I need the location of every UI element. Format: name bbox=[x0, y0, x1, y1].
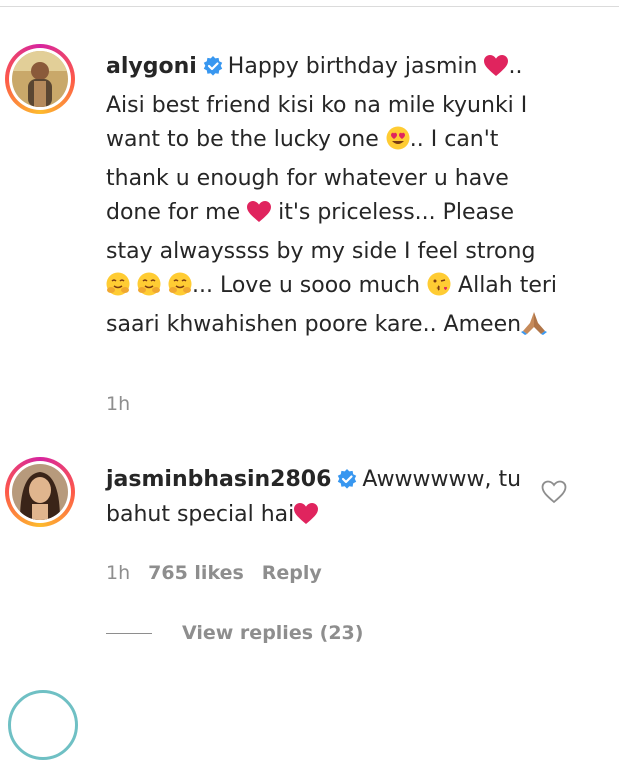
red-heart-emoji bbox=[484, 54, 509, 89]
avatar-alygoni[interactable] bbox=[5, 44, 75, 114]
verified-badge-icon bbox=[203, 53, 223, 76]
comment-username[interactable]: jasminbhasin2806 bbox=[106, 467, 331, 492]
view-replies-button[interactable]: View replies (23) bbox=[106, 622, 363, 644]
comment-1: alygoni Happy birthday jasmin .. Aisi be… bbox=[106, 50, 566, 346]
avatar-jasminbhasin2806[interactable] bbox=[5, 457, 75, 527]
red-heart-emoji bbox=[294, 502, 319, 537]
next-avatar-partial[interactable] bbox=[8, 690, 78, 760]
comment-text-part: Happy birthday jasmin bbox=[227, 54, 485, 79]
comment-timestamp[interactable]: 1h bbox=[106, 393, 130, 415]
heart-outline-icon[interactable] bbox=[541, 480, 567, 504]
red-heart-emoji bbox=[247, 200, 272, 235]
comment-1-meta: 1h bbox=[106, 393, 130, 415]
kiss-emoji bbox=[427, 272, 451, 308]
comment-2-meta: 1h 765 likes Reply bbox=[106, 562, 322, 584]
view-replies-label: View replies (23) bbox=[182, 622, 364, 644]
folded-hands-emoji bbox=[521, 311, 548, 347]
comment-2: jasminbhasin2806 Awwwwww, tu bahut speci… bbox=[106, 463, 526, 536]
verified-badge-icon bbox=[337, 466, 357, 489]
comment-timestamp[interactable]: 1h bbox=[106, 562, 130, 584]
heart-eyes-emoji bbox=[386, 126, 410, 162]
reply-button[interactable]: Reply bbox=[262, 562, 322, 584]
comment-text-part: ... Love u sooo much bbox=[192, 273, 428, 298]
replies-divider bbox=[106, 632, 152, 634]
top-divider bbox=[0, 6, 619, 7]
hugging-emoji bbox=[137, 272, 161, 308]
hugging-emoji bbox=[106, 272, 130, 308]
likes-count[interactable]: 765 likes bbox=[148, 562, 244, 584]
hugging-emoji bbox=[168, 272, 192, 308]
comment-username[interactable]: alygoni bbox=[106, 54, 197, 79]
